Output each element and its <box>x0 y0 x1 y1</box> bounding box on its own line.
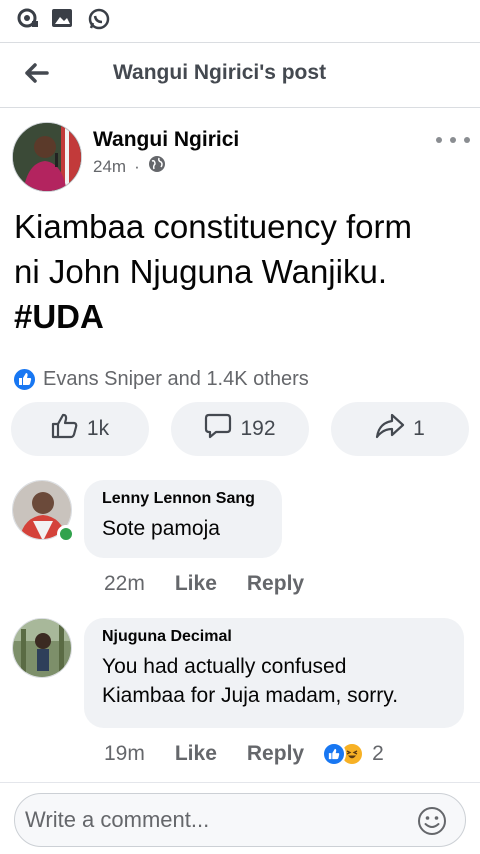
comment-like-link[interactable]: Like <box>175 742 217 766</box>
like-button[interactable]: 1k <box>11 402 149 456</box>
page-title: Wangui Ngirici's post <box>113 61 327 84</box>
reactions-summary[interactable]: Evans Sniper and 1.4K others <box>12 365 309 393</box>
comment-reaction-count: 2 <box>372 742 384 765</box>
comment-bubble[interactable]: Lenny Lennon Sang Sote pamoja <box>84 480 282 558</box>
meta-separator: · <box>134 156 140 176</box>
status-bar <box>0 0 480 40</box>
comment-actions: 22m Like Reply <box>104 572 304 596</box>
post-header: Wangui Ngirici's post <box>0 42 480 108</box>
reactions-text: Evans Sniper and 1.4K others <box>43 367 309 390</box>
author-name[interactable]: Wangui Ngirici <box>93 128 239 152</box>
like-reaction-icon <box>322 742 347 766</box>
comment-composer-bar <box>0 782 480 854</box>
comment-reply-link[interactable]: Reply <box>247 572 304 596</box>
post-body: Kiambaa constituency form ni John Njugun… <box>14 204 470 339</box>
comment-time: 19m <box>104 742 145 765</box>
more-dot <box>436 137 442 143</box>
comment-button[interactable]: 192 <box>171 402 309 456</box>
comment-count: 192 <box>240 417 276 440</box>
sync-icon <box>14 7 40 29</box>
post-text-line: ni John Njuguna Wanjiku. <box>14 253 387 290</box>
commenter-name[interactable]: Lenny Lennon Sang <box>102 490 264 508</box>
commenter-name[interactable]: Njuguna Decimal <box>102 628 446 646</box>
more-dot <box>464 137 470 143</box>
thumbs-up-icon <box>51 413 87 445</box>
more-options-icon[interactable] <box>436 130 470 150</box>
share-button[interactable]: 1 <box>331 402 469 456</box>
like-reaction-icon <box>12 366 37 392</box>
comment-reactions[interactable]: 2 <box>322 742 384 766</box>
back-button[interactable] <box>16 55 56 95</box>
comment-reply-link[interactable]: Reply <box>247 742 304 766</box>
comment-text: Sote pamoja <box>102 517 220 540</box>
post-text-line: Kiambaa constituency form <box>14 208 413 245</box>
share-icon <box>375 413 413 445</box>
online-status-dot <box>57 525 75 543</box>
commenter-avatar[interactable] <box>12 618 72 678</box>
post-hashtag[interactable]: #UDA <box>14 294 470 339</box>
comment-actions: 19m Like Reply 2 <box>104 742 384 766</box>
share-count: 1 <box>413 417 425 440</box>
like-count: 1k <box>86 417 110 440</box>
whatsapp-icon <box>86 7 112 30</box>
globe-icon <box>148 155 166 178</box>
comment-icon <box>204 412 240 446</box>
comment-text-line: Kiambaa for Juja madam, sorry. <box>102 684 399 707</box>
post-time[interactable]: 24m <box>93 157 126 177</box>
image-icon <box>50 7 76 29</box>
author-avatar[interactable] <box>12 122 82 192</box>
comment-like-link[interactable]: Like <box>175 572 217 596</box>
comment-composer[interactable] <box>14 793 466 847</box>
emoji-icon[interactable] <box>417 806 447 836</box>
comment-time: 22m <box>104 572 145 595</box>
back-arrow-icon <box>23 62 49 89</box>
post-meta: 24m · <box>93 155 166 178</box>
post-author-row: Wangui Ngirici 24m · <box>0 120 480 196</box>
comment-text-line: You had actually confused <box>102 655 347 678</box>
comment-input[interactable] <box>25 802 405 838</box>
more-dot <box>450 137 456 143</box>
comment-bubble[interactable]: Njuguna Decimal You had actually confuse… <box>84 618 464 728</box>
